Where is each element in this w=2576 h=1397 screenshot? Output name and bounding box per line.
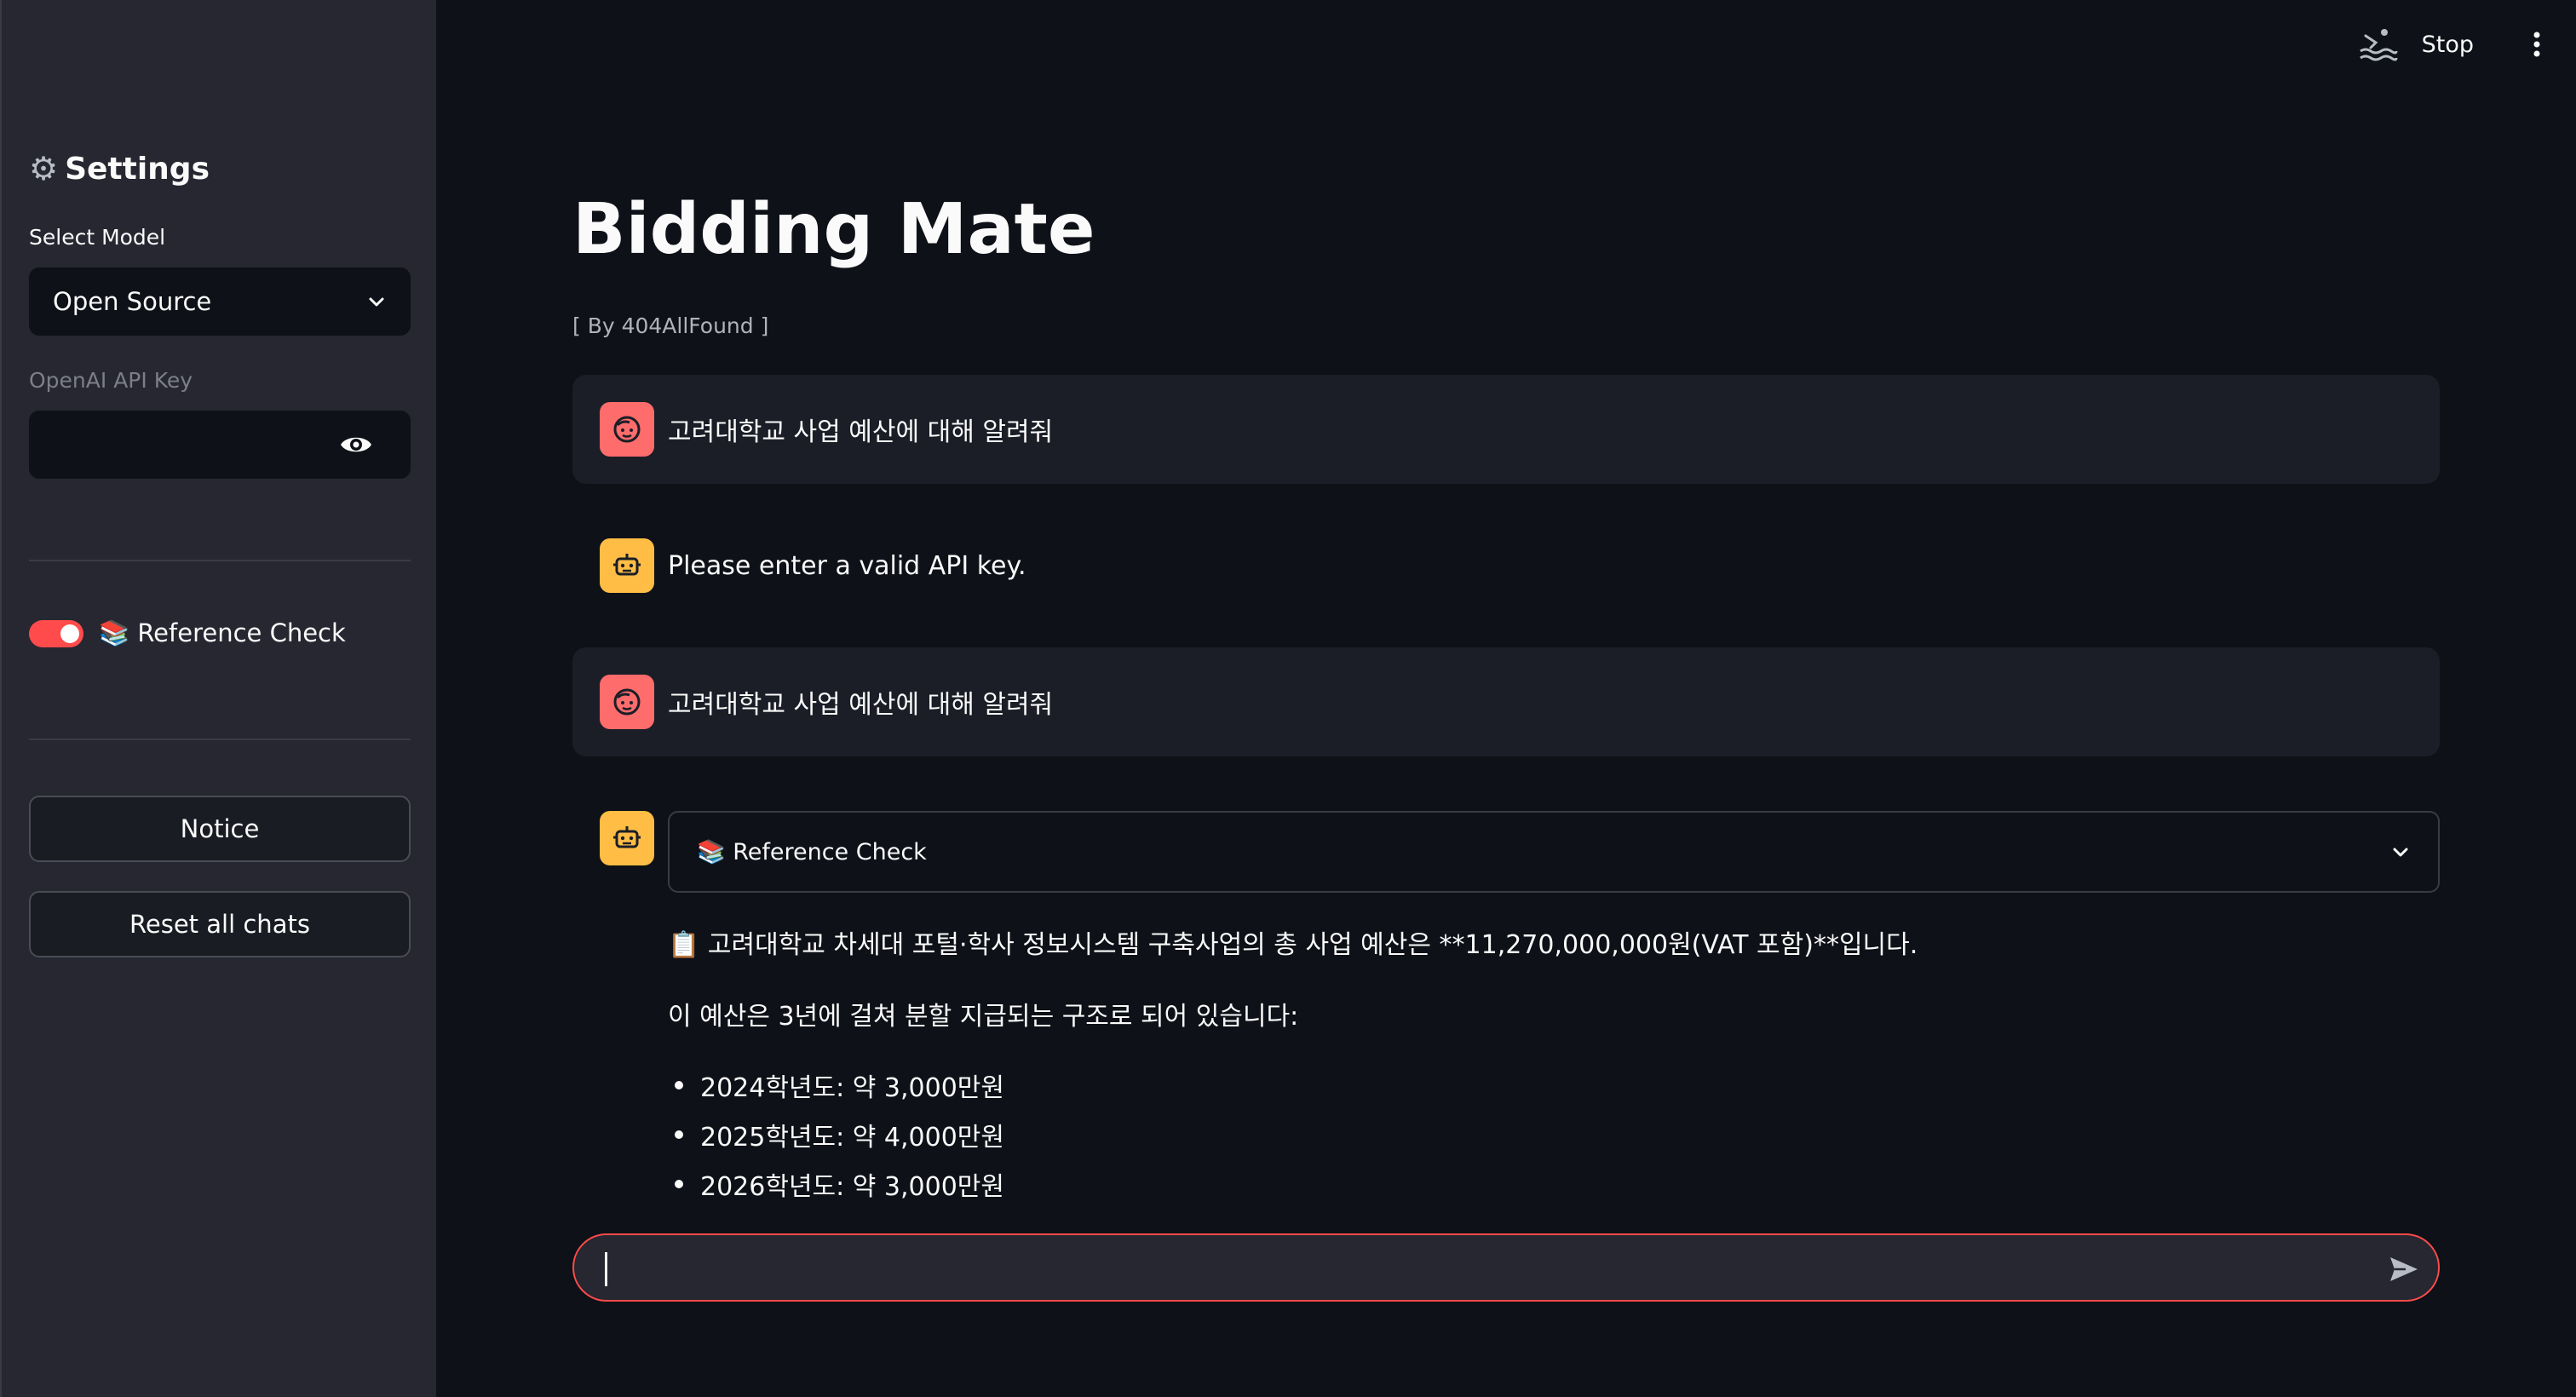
reference-check-toggle-row[interactable]: 📚 Reference Check: [29, 618, 346, 648]
list-item-text: 2024학년도: 약 3,000만원: [700, 1073, 1005, 1103]
list-item-text: 2025학년도: 약 4,000만원: [700, 1123, 1005, 1153]
bullet-dot: [675, 1180, 683, 1188]
assistant-avatar: [600, 811, 654, 865]
chevron-down-icon: [2393, 848, 2408, 857]
answer-line-2: 이 예산은 3년에 걸쳐 분할 지급되는 구조로 되어 있습니다:: [668, 1002, 1299, 1032]
user-face-icon: [613, 688, 641, 716]
gear-icon: ⚙: [29, 150, 59, 187]
page-title: Bidding Mate: [572, 189, 1095, 270]
eye-icon[interactable]: [339, 433, 373, 457]
select-model-label: Select Model: [29, 225, 166, 250]
list-item-text: 2026학년도: 약 3,000만원: [700, 1172, 1005, 1202]
sidebar-divider: [29, 739, 411, 740]
byline: [ By 404AllFound ]: [572, 313, 769, 338]
bullet-dot: [675, 1081, 683, 1089]
model-select-value: Open Source: [53, 287, 212, 316]
sidebar-divider: [29, 560, 411, 561]
reset-chats-button[interactable]: Reset all chats: [29, 891, 411, 957]
chevron-down-icon: [369, 297, 384, 307]
user-avatar: [600, 402, 654, 457]
sidebar: ⚙ Settings Select Model Open Source Open…: [0, 0, 436, 1397]
sidebar-title: ⚙ Settings: [29, 150, 210, 187]
expander-label: 📚 Reference Check: [697, 839, 927, 865]
notice-button[interactable]: Notice: [29, 796, 411, 862]
send-icon[interactable]: [2387, 1252, 2421, 1286]
chat-message-assistant: Please enter a valid API key.: [572, 511, 2440, 620]
top-toolbar: Stop: [2357, 24, 2542, 65]
api-key-label: OpenAI API Key: [29, 368, 193, 393]
list-item: 2024학년도: 약 3,000만원: [675, 1066, 1004, 1104]
robot-icon: [613, 554, 641, 576]
user-face-icon: [613, 416, 641, 443]
model-select[interactable]: Open Source: [29, 267, 411, 336]
chat-message-user: 고려대학교 사업 예산에 대해 알려줘: [572, 647, 2440, 756]
reference-check-toggle[interactable]: [29, 619, 83, 647]
settings-heading: Settings: [65, 151, 210, 187]
bullet-dot: [675, 1130, 683, 1139]
assistant-avatar: [600, 538, 654, 593]
list-item: 2026학년도: 약 3,000만원: [675, 1165, 1004, 1203]
reference-check-label: 📚 Reference Check: [99, 618, 346, 647]
stop-button[interactable]: Stop: [2422, 32, 2474, 58]
user-avatar: [600, 675, 654, 729]
message-text: 고려대학교 사업 예산에 대해 알려줘: [668, 417, 1054, 447]
robot-icon: [613, 826, 641, 848]
more-menu-icon[interactable]: [2532, 31, 2542, 58]
message-text: 고려대학교 사업 예산에 대해 알려줘: [668, 690, 1054, 720]
running-swimmer-icon: [2359, 29, 2398, 61]
message-text: Please enter a valid API key.: [668, 550, 1026, 581]
api-key-input[interactable]: [29, 411, 411, 479]
text-caret: [605, 1252, 607, 1286]
reference-check-expander[interactable]: 📚 Reference Check: [668, 811, 2440, 893]
chat-message-user: 고려대학교 사업 예산에 대해 알려줘: [572, 375, 2440, 484]
list-item: 2025학년도: 약 4,000만원: [675, 1116, 1004, 1153]
chat-input[interactable]: [572, 1233, 2440, 1302]
app-window: ⚙ Settings Select Model Open Source Open…: [0, 0, 2576, 1397]
answer-line-1: 📋 고려대학교 차세대 포털·학사 정보시스템 구축사업의 총 사업 예산은 *…: [668, 930, 1918, 960]
